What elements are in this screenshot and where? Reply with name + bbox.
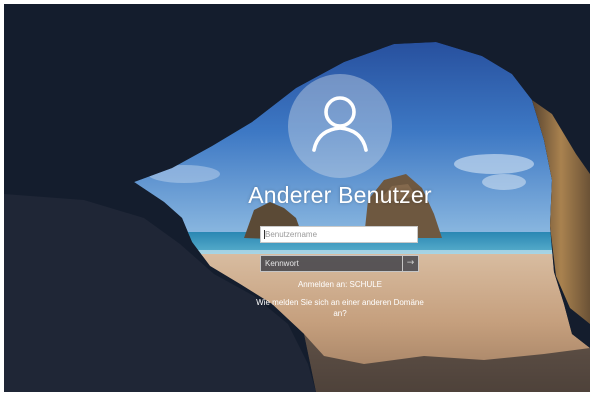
text-cursor xyxy=(264,230,265,239)
arrow-right-icon: → xyxy=(406,258,415,268)
sign-in-panel: Anderer Benutzer → Anmelden an: SCHULE W… xyxy=(4,4,590,392)
lock-screen: Anderer Benutzer → Anmelden an: SCHULE W… xyxy=(4,4,590,392)
username-input[interactable] xyxy=(260,226,418,243)
password-input[interactable] xyxy=(260,255,402,272)
user-avatar xyxy=(288,74,392,178)
user-silhouette-icon xyxy=(312,96,368,152)
submit-arrow-button[interactable]: → xyxy=(402,255,419,272)
other-domain-link[interactable]: Wie melden Sie sich an einer anderen Dom… xyxy=(250,297,430,319)
sign-in-domain-label: Anmelden an: SCHULE xyxy=(297,280,383,289)
user-name-heading: Anderer Benutzer xyxy=(248,182,432,208)
